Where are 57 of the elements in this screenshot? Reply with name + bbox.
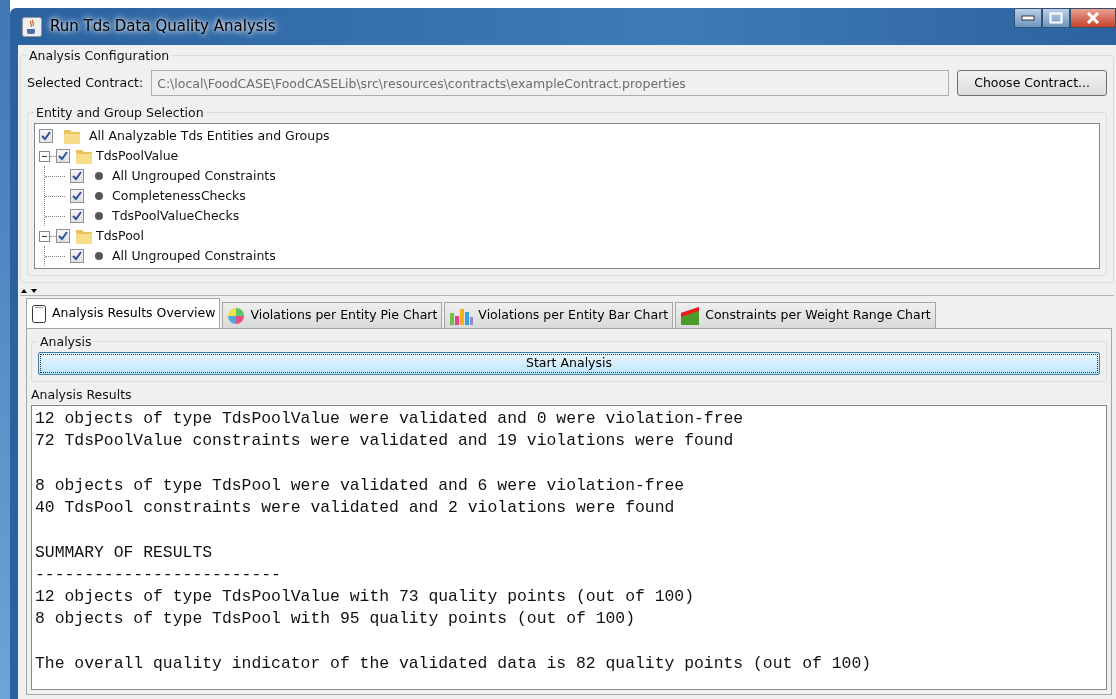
checkbox[interactable] [56,149,70,163]
area-chart-icon [680,306,701,325]
result-line: 72 TdsPoolValue constraints were validated and 19 violations were found [35,430,735,453]
folder-icon [63,127,81,145]
splitter-arrows-icon[interactable] [20,287,40,294]
dot-icon [94,251,104,261]
tab[interactable]: Constraints per Weight Range Chart [675,302,936,328]
dot-icon [94,171,104,181]
tree-item-label[interactable]: All Ungrouped Constraints [112,246,276,266]
checkbox[interactable] [56,229,70,243]
group-title: Analysis [38,333,94,352]
result-line: 8 objects of type TdsPool with 95 quality points (out of 100) [35,608,636,631]
tree-item-label[interactable]: TdsPoolValueChecks [112,206,240,226]
maximize-icon [1049,12,1063,24]
collapse-icon[interactable] [39,230,50,242]
checkbox[interactable] [70,209,84,223]
window-title: Run Tds Data Quality Analysis [50,16,276,38]
result-line: 12 objects of type TdsPoolValue were validated and 0 were violation-free [35,407,745,430]
java-cup-icon [22,16,42,37]
maximize-button[interactable] [1042,8,1070,28]
result-line: ------------------------- [35,563,282,586]
result-line: 40 TdsPool constraints were validated and 2 violations were found [35,496,676,519]
tree-item-label[interactable]: CompletenessChecks [112,186,246,206]
pie-chart-icon [227,306,246,325]
tree-folder-label[interactable]: TdsPool [96,226,144,246]
result-line: 8 objects of type TdsPool were validated and 6 were violation-free [35,474,686,497]
result-line: SUMMARY OF RESULTS [35,541,214,564]
contract-path-field[interactable]: C:\local\FoodCASE\FoodCASELib\src\resources\contracts\exampleContract.properties [151,70,950,96]
checkbox[interactable] [70,169,84,183]
start-analysis-button[interactable]: Start Analysis [38,352,1100,375]
tab[interactable]: Analysis Results Overview [26,298,221,328]
choose-contract-button[interactable]: Choose Contract... [957,70,1107,96]
tree-folder-label[interactable]: TdsPoolValue [96,146,179,166]
checkbox[interactable] [39,129,53,143]
tab[interactable]: Violations per Entity Bar Chart [444,302,674,328]
close-button[interactable] [1070,8,1116,28]
folder-icon [75,147,93,165]
group-title: Analysis Configuration [27,47,172,66]
result-line: 12 objects of type TdsPoolValue with 73 quality points (out of 100) [35,586,695,609]
tree-item-label[interactable]: All Ungrouped Constraints [112,166,276,186]
collapse-icon[interactable] [39,150,50,162]
section-label: Analysis Results [31,386,132,404]
field-label: Selected Contract: [27,73,144,92]
minimize-icon [1021,15,1035,21]
minimize-button[interactable] [1014,8,1042,28]
bar-chart-icon [449,306,474,325]
notepad-icon [31,303,47,324]
result-line: The overall quality indicator of the validated data is 82 quality points (out of 100) [35,653,873,675]
folder-icon [75,227,93,245]
tree-folder-label[interactable]: All Analyzable Tds Entities and Groups [89,126,330,146]
group-title: Entity and Group Selection [34,104,206,123]
checkbox[interactable] [70,189,84,203]
tab[interactable]: Violations per Entity Pie Chart [222,302,443,328]
dot-icon [94,211,104,221]
close-icon [1086,12,1100,24]
checkbox[interactable] [70,249,84,263]
dot-icon [94,191,104,201]
